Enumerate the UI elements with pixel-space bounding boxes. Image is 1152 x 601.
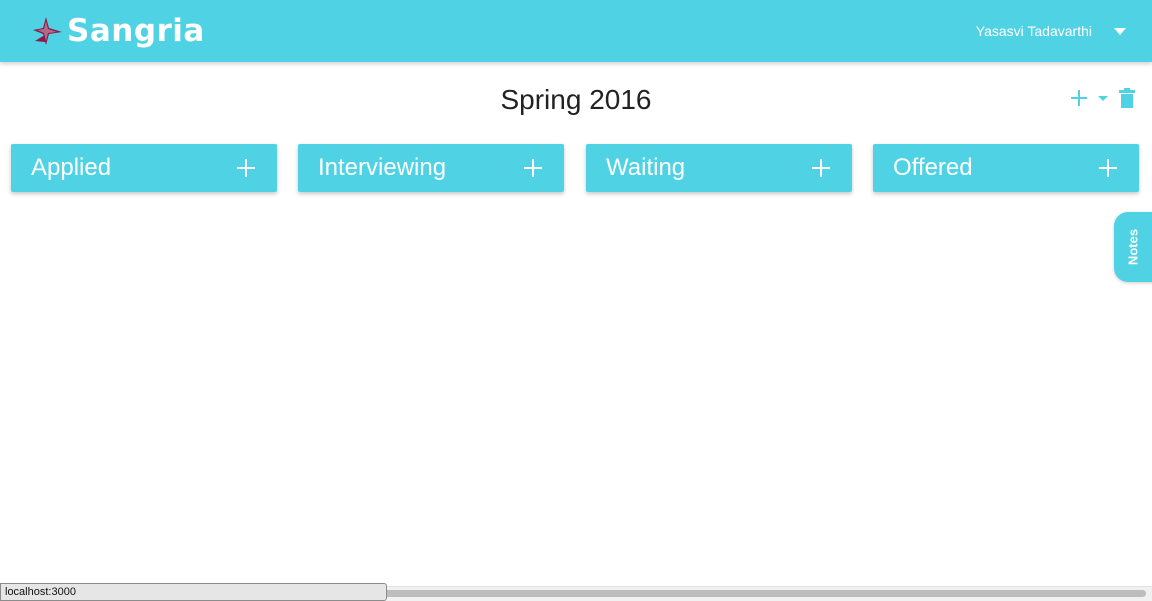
notes-tab-label: Notes: [1125, 228, 1141, 266]
caret-down-icon: [1114, 27, 1126, 35]
top-navbar: Sangria Yasasvi Tadavarthi: [0, 0, 1152, 62]
app-page: Sangria Yasasvi Tadavarthi Spring 2016 A…: [0, 0, 1152, 601]
user-menu[interactable]: Yasasvi Tadavarthi: [976, 20, 1126, 42]
column-applied: Applied: [11, 144, 277, 192]
column-interviewing: Interviewing: [298, 144, 564, 192]
bird-icon: [33, 17, 62, 45]
plus-icon[interactable]: [524, 159, 542, 177]
plus-icon[interactable]: [237, 159, 255, 177]
app-name: Sangria: [67, 13, 205, 49]
semester-actions: [1070, 88, 1136, 108]
plus-icon[interactable]: [1070, 89, 1088, 107]
column-label: Applied: [31, 154, 112, 181]
plus-icon[interactable]: [1099, 159, 1117, 177]
trash-icon[interactable]: [1118, 88, 1136, 108]
caret-down-icon[interactable]: [1096, 89, 1110, 107]
column-offered: Offered: [873, 144, 1139, 192]
status-bar-url: localhost:3000: [0, 583, 387, 601]
column-label: Waiting: [606, 154, 686, 181]
column-label: Offered: [893, 154, 973, 181]
app-logo[interactable]: Sangria: [33, 10, 205, 52]
horizontal-scrollbar-thumb[interactable]: [370, 590, 1146, 597]
column-waiting: Waiting: [586, 144, 852, 192]
plus-icon[interactable]: [812, 159, 830, 177]
semester-title: Spring 2016: [500, 84, 652, 115]
column-label: Interviewing: [318, 154, 447, 181]
user-name: Yasasvi Tadavarthi: [975, 23, 1092, 39]
notes-tab[interactable]: Notes: [1114, 212, 1152, 282]
